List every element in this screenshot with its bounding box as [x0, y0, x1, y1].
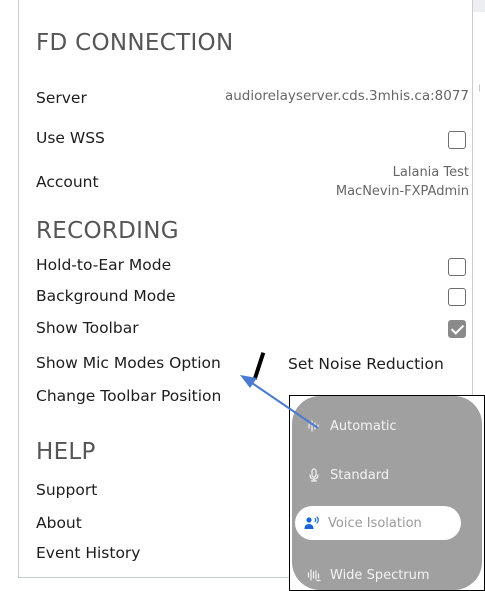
hold-to-ear-label: Hold-to-Ear Mode — [36, 256, 172, 274]
text-cursor-icon: ⁞ — [478, 84, 481, 94]
mic-modes-menu: Automatic Standard Voice Isolation Wide … — [292, 396, 482, 590]
mic-mode-wide-spectrum[interactable]: Wide Spectrum — [306, 564, 430, 586]
section-title-fd-connection: FD CONNECTION — [36, 30, 234, 56]
background-mode-label: Background Mode — [36, 287, 176, 305]
use-wss-checkbox[interactable] — [448, 131, 466, 149]
waveform-auto-icon — [306, 418, 322, 434]
change-toolbar-position-option[interactable]: Change Toolbar Position — [36, 387, 221, 405]
event-history-link[interactable]: Event History — [36, 544, 140, 562]
about-link[interactable]: About — [36, 514, 82, 532]
mic-mode-standard[interactable]: Standard — [306, 464, 389, 486]
show-toolbar-checkbox[interactable] — [448, 320, 466, 338]
section-title-recording: RECORDING — [36, 218, 179, 244]
background-mode-checkbox[interactable] — [448, 288, 466, 306]
show-mic-modes-option[interactable]: Show Mic Modes Option — [36, 354, 221, 372]
mic-mode-automatic[interactable]: Automatic — [306, 415, 397, 437]
mic-mode-voice-isolation[interactable]: Voice Isolation — [295, 506, 461, 540]
support-link[interactable]: Support — [36, 481, 97, 499]
server-label: Server — [36, 89, 87, 107]
section-title-help: HELP — [36, 439, 96, 465]
waveform-wide-icon — [306, 567, 322, 583]
account-name: Lalania Test — [392, 165, 469, 180]
annotation-set-noise-reduction: Set Noise Reduction — [288, 355, 444, 373]
mic-mode-label: Voice Isolation — [328, 515, 422, 531]
account-org: MacNevin-FXPAdmin — [335, 184, 469, 199]
use-wss-label: Use WSS — [36, 129, 105, 147]
show-toolbar-label: Show Toolbar — [36, 319, 139, 337]
person-voice-icon — [304, 515, 320, 531]
mic-mode-label: Wide Spectrum — [330, 567, 430, 583]
hold-to-ear-checkbox[interactable] — [448, 258, 466, 276]
mic-mode-label: Automatic — [330, 418, 397, 434]
account-value[interactable]: Lalania Test MacNevin-FXPAdmin — [336, 163, 469, 201]
mic-modes-popover: Automatic Standard Voice Isolation Wide … — [289, 395, 485, 591]
mic-mode-label: Standard — [330, 467, 390, 483]
server-value[interactable]: audiorelayserver.cds.3mhis.ca:8077 — [225, 88, 469, 104]
account-label: Account — [36, 173, 99, 191]
microphone-icon — [306, 467, 322, 483]
